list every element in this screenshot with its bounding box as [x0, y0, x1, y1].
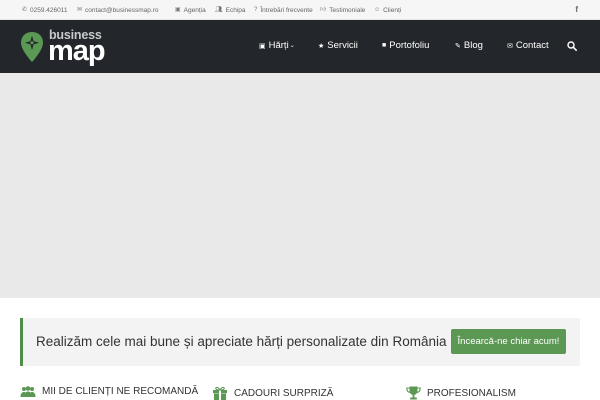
question-icon: ? [254, 7, 258, 13]
phone-contact[interactable]: ✆ 0259.426011 [22, 6, 68, 14]
nav-item-contact[interactable]: ✉ Contact [507, 40, 549, 51]
toplink-label: Întrebări frecvente [260, 6, 313, 14]
toplink-agentia[interactable]: ▣ Agenția [175, 6, 206, 14]
feature-professionalism: PROFESIONALISM [406, 386, 516, 400]
map-pin-logo-icon [21, 32, 43, 62]
search-icon[interactable] [567, 41, 577, 51]
main-header: business map ▣ Hărți ⌄ ★ Servicii ■ Port… [0, 20, 600, 73]
toplink-clienti[interactable]: ☺ Clienți [374, 6, 401, 14]
toplink-faq[interactable]: ? Întrebări frecvente [254, 6, 313, 14]
top-bar: ✆ 0259.426011 ✉ contact@businessmap.ro ▣… [0, 0, 600, 20]
thumbs-up-icon: 👍︎ [320, 7, 327, 13]
cta-text: Realizăm cele mai bune și apreciate hărț… [36, 334, 447, 349]
toplink-label: Echipa [225, 6, 246, 14]
feature-clients: MII DE CLIENȚI NE RECOMANDĂ [20, 386, 198, 397]
nav-item-label: Contact [515, 40, 549, 51]
nav-item-portofoliu[interactable]: ■ Portofoliu [382, 40, 429, 51]
toplink-label: Testimoniale [329, 6, 366, 14]
envelope-icon: ✉ [507, 42, 513, 50]
users-icon [20, 386, 36, 397]
feature-label: MII DE CLIENȚI NE RECOMANDĂ [42, 386, 199, 397]
nav-item-label: Portofoliu [389, 40, 430, 51]
envelope-icon: ✉ [77, 7, 83, 13]
logo-word-map: map [48, 35, 106, 67]
star-icon: ★ [318, 42, 325, 50]
phone-text: 0259.426011 [30, 6, 68, 14]
feature-gifts: CADOURI SURPRIZĂ [212, 386, 333, 400]
toplink-testimoniale[interactable]: 👍︎ Testimoniale [320, 6, 365, 14]
toplink-echipa[interactable]: 👥︎ Echipa [215, 6, 246, 14]
pencil-icon: ✎ [455, 42, 461, 50]
hero-slider-area [0, 73, 600, 298]
toplink-label: Agenția [183, 6, 206, 14]
site-logo[interactable]: business map [20, 26, 120, 68]
chevron-down-icon: ⌄ [289, 43, 295, 49]
nav-item-label: Hărți [268, 40, 289, 51]
nav-item-blog[interactable]: ✎ Blog [455, 40, 483, 51]
nav-item-servicii[interactable]: ★ Servicii [318, 40, 358, 51]
team-icon: 👥︎ [215, 7, 223, 13]
cta-button[interactable]: Încearcă-ne chiar acum! [451, 329, 566, 354]
feature-label: CADOURI SURPRIZĂ [234, 387, 334, 399]
cta-box: Realizăm cele mai bune și apreciate hărț… [20, 318, 580, 366]
email-text: contact@businessmap.ro [85, 6, 159, 14]
image-icon: ▣ [259, 42, 266, 50]
toplink-label: Clienți [383, 6, 402, 14]
nav-item-label: Servicii [327, 40, 358, 51]
gift-icon [213, 386, 227, 400]
building-icon: ▣ [175, 7, 181, 13]
smile-icon: ☺ [374, 7, 381, 13]
email-contact[interactable]: ✉ contact@businessmap.ro [77, 6, 158, 14]
facebook-icon[interactable]: f [575, 5, 578, 14]
trophy-icon [406, 386, 421, 400]
phone-icon: ✆ [22, 7, 28, 13]
feature-label: PROFESIONALISM [427, 387, 516, 399]
briefcase-icon: ■ [382, 42, 387, 49]
nav-item-label: Blog [463, 40, 483, 51]
nav-item-harti[interactable]: ▣ Hărți ⌄ [259, 40, 295, 51]
